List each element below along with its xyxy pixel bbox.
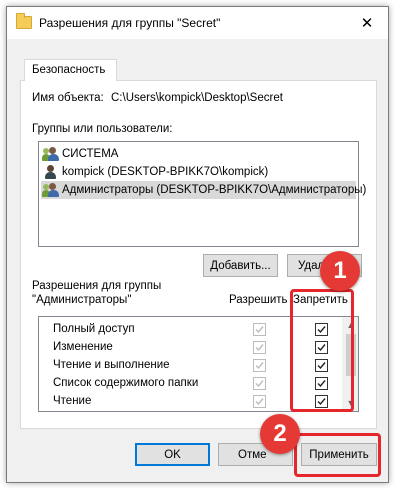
object-name-label: Имя объекта: — [32, 92, 104, 104]
permissions-dialog: Разрешения для группы "Secret" ✕ Безопас… — [6, 6, 389, 483]
allow-checkbox — [253, 341, 266, 354]
folder-icon — [16, 13, 32, 29]
groups-list[interactable]: СИСТЕМА kompick (DESKTOP-BPIKK7O\kompick… — [38, 141, 366, 247]
permissions-label: Разрешения для группы — [32, 280, 162, 292]
title-bar: Разрешения для группы "Secret" ✕ — [7, 7, 388, 39]
step-badge-2: 2 — [260, 414, 300, 454]
deny-column-highlight — [290, 289, 354, 412]
tab-security[interactable]: Безопасность — [24, 59, 117, 81]
allow-checkbox — [253, 377, 266, 390]
permission-name: Изменение — [53, 341, 113, 353]
permission-name: Чтение — [53, 395, 92, 407]
permissions-group-label: "Администраторы" — [32, 294, 132, 306]
object-name-value: C:\Users\kompick\Desktop\Secret — [111, 92, 283, 104]
step-badge-1: 1 — [320, 251, 360, 291]
permission-name: Полный доступ — [53, 323, 135, 335]
list-item[interactable]: kompick (DESKTOP-BPIKK7O\kompick) — [41, 163, 356, 181]
ok-button[interactable]: OK — [135, 443, 210, 466]
permission-name: Чтение и выполнение — [53, 359, 170, 371]
group-icon — [42, 147, 59, 161]
close-button[interactable]: ✕ — [346, 7, 388, 39]
group-name: Администраторы (DESKTOP-BPIKK7O\Админист… — [62, 184, 367, 196]
groups-label: Группы или пользователи: — [32, 123, 173, 135]
allow-checkbox — [253, 395, 266, 408]
allow-checkbox — [253, 323, 266, 336]
apply-button-highlight — [294, 433, 381, 477]
list-item-selected[interactable]: Администраторы (DESKTOP-BPIKK7O\Админист… — [41, 181, 366, 199]
allow-checkbox — [253, 359, 266, 372]
group-icon — [42, 183, 59, 197]
list-item[interactable]: СИСТЕМА — [41, 145, 356, 163]
group-name: СИСТЕМА — [62, 148, 119, 160]
permission-name: Список содержимого папки — [53, 377, 199, 389]
add-button[interactable]: Добавить... — [203, 254, 278, 277]
group-name: kompick (DESKTOP-BPIKK7O\kompick) — [62, 166, 269, 178]
window-title: Разрешения для группы "Secret" — [39, 16, 221, 30]
user-icon — [43, 165, 59, 179]
allow-header: Разрешить — [229, 294, 288, 306]
